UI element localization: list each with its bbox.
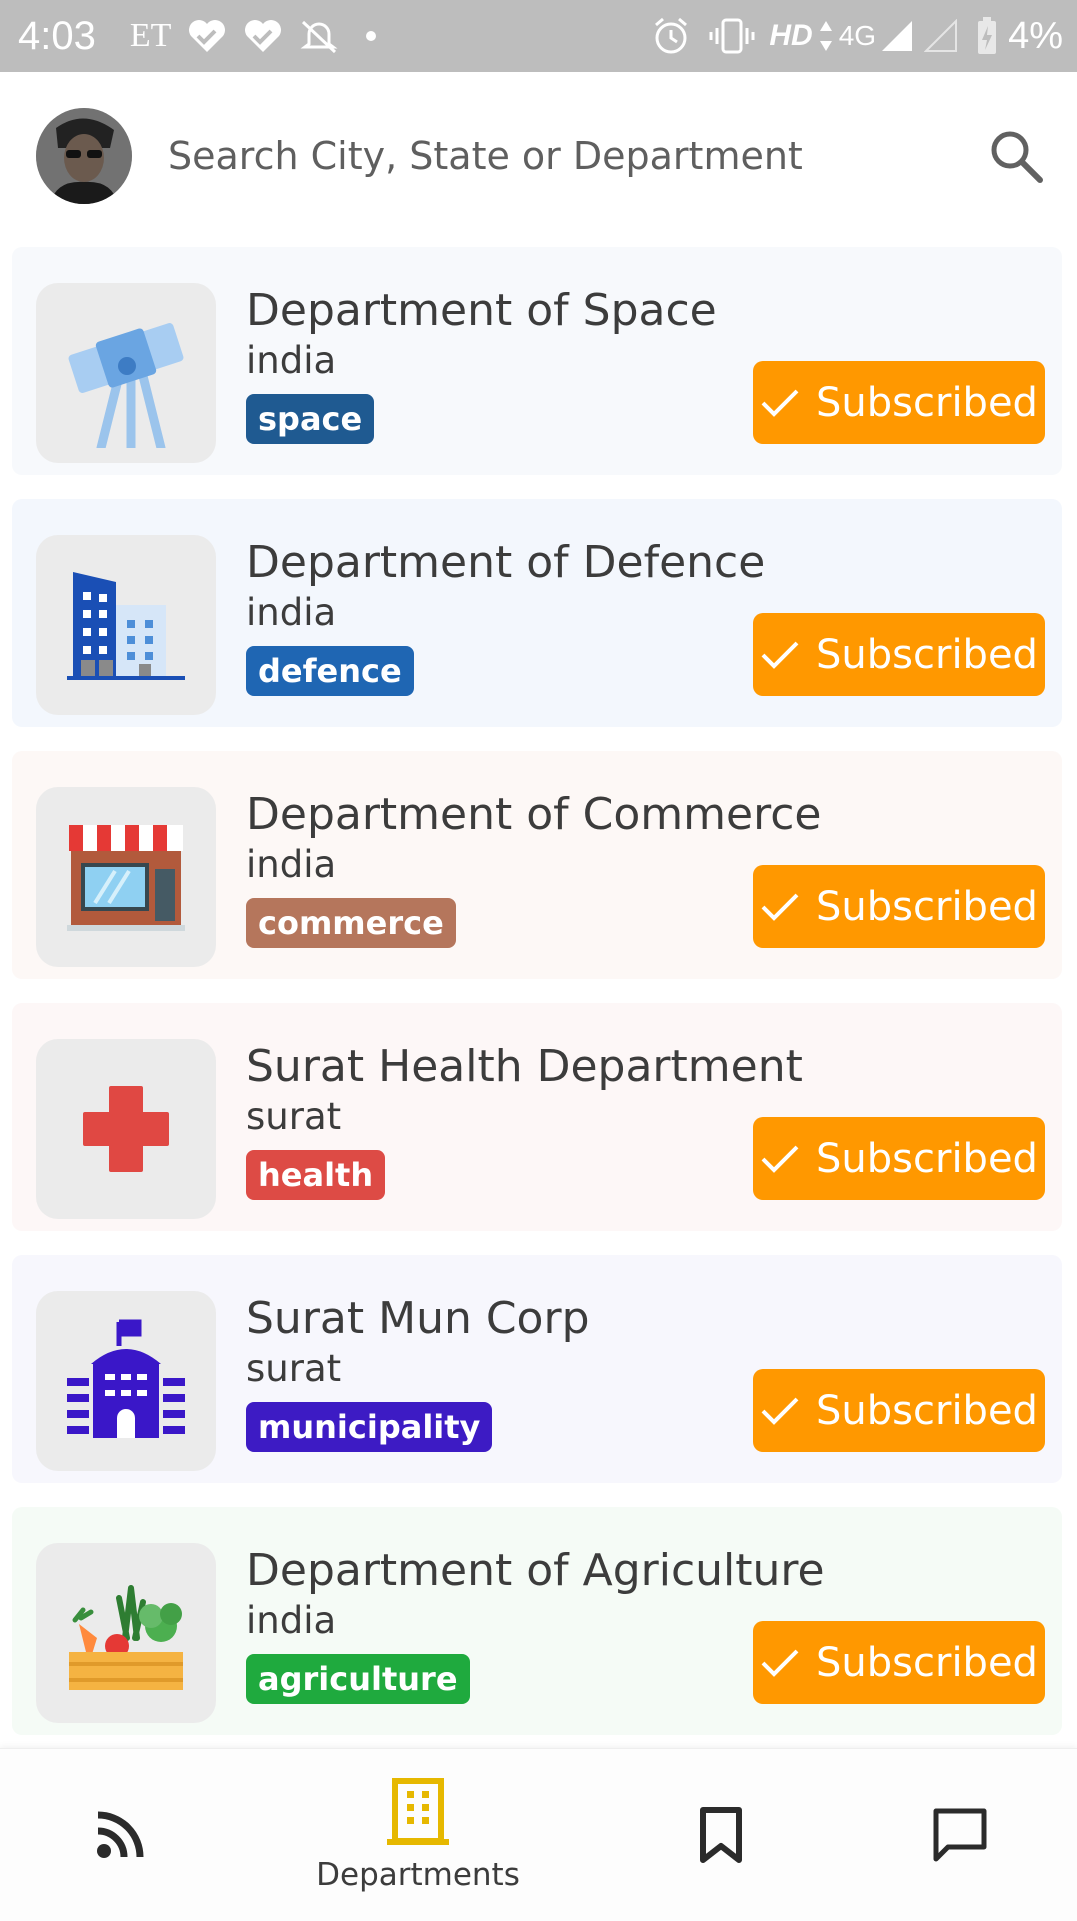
department-location: india <box>246 843 337 886</box>
subscribed-button[interactable]: Subscribed <box>753 1117 1045 1200</box>
department-location: surat <box>246 1095 342 1138</box>
department-tag: commerce <box>246 898 456 948</box>
status-time: 4:03 <box>18 13 96 58</box>
department-title: Department of Defence <box>246 537 766 588</box>
department-card[interactable]: Surat Health Department surat health Sub… <box>12 1003 1062 1231</box>
heart-check-icon <box>243 18 283 54</box>
network-hd: HD <box>769 19 813 52</box>
department-title: Surat Health Department <box>246 1041 803 1092</box>
department-tag: health <box>246 1150 386 1200</box>
department-tag: defence <box>246 646 414 696</box>
nav-bookmarks[interactable] <box>690 1749 752 1921</box>
vegetables-crate-icon <box>36 1543 216 1723</box>
signal-empty-icon <box>924 19 960 53</box>
department-card[interactable]: Department of Commerce india commerce Su… <box>12 751 1062 979</box>
check-icon <box>761 389 799 417</box>
heart-check-icon <box>187 18 227 54</box>
check-icon <box>761 1649 799 1677</box>
subscribed-label: Subscribed <box>816 1135 1038 1182</box>
subscribed-button[interactable]: Subscribed <box>753 1369 1045 1452</box>
avatar[interactable] <box>36 108 132 204</box>
search-header <box>0 72 1077 239</box>
vibrate-icon <box>707 16 757 56</box>
subscribed-button[interactable]: Subscribed <box>753 865 1045 948</box>
nav-feed[interactable] <box>78 1749 162 1921</box>
subscribed-button[interactable]: Subscribed <box>753 1621 1045 1704</box>
check-icon <box>761 1145 799 1173</box>
status-bar: 4:03 ET HD 4G 4% <box>0 0 1077 72</box>
notifications-off-icon <box>299 16 339 56</box>
department-title: Department of Space <box>246 285 717 336</box>
department-title: Department of Agriculture <box>246 1545 825 1596</box>
department-location: india <box>246 1599 337 1642</box>
department-card[interactable]: Surat Mun Corp surat municipality Subscr… <box>12 1255 1062 1483</box>
department-tag: agriculture <box>246 1654 470 1704</box>
alarm-icon <box>651 16 691 56</box>
battery-charging-icon <box>976 16 998 56</box>
subscribed-label: Subscribed <box>816 1639 1038 1686</box>
chat-icon <box>933 1808 987 1862</box>
search-input[interactable] <box>168 124 948 188</box>
subscribed-button[interactable]: Subscribed <box>753 613 1045 696</box>
office-building-icon <box>36 535 216 715</box>
check-icon <box>761 893 799 921</box>
subscribed-label: Subscribed <box>816 379 1038 426</box>
check-icon <box>761 1397 799 1425</box>
subscribed-label: Subscribed <box>816 883 1038 930</box>
department-location: india <box>246 591 337 634</box>
subscribed-label: Subscribed <box>816 1387 1038 1434</box>
nav-departments[interactable]: Departments <box>298 1749 538 1921</box>
department-location: surat <box>246 1347 342 1390</box>
nav-departments-label: Departments <box>316 1857 520 1893</box>
subscribed-button[interactable]: Subscribed <box>753 361 1045 444</box>
data-arrows-icon <box>819 19 833 53</box>
department-location: india <box>246 339 337 382</box>
department-title: Department of Commerce <box>246 789 822 840</box>
department-tag: space <box>246 394 375 444</box>
department-tag: municipality <box>246 1402 493 1452</box>
medical-cross-icon <box>36 1039 216 1219</box>
search-icon[interactable] <box>984 124 1048 188</box>
shop-icon <box>36 787 216 967</box>
department-card[interactable]: Department of Space india space Subscrib… <box>12 247 1062 475</box>
nav-messages[interactable] <box>928 1749 992 1921</box>
rss-feed-icon <box>97 1811 144 1858</box>
bottom-nav: Departments <box>0 1748 1077 1921</box>
department-card[interactable]: Department of Defence india defence Subs… <box>12 499 1062 727</box>
municipal-building-icon <box>36 1291 216 1471</box>
building-icon <box>387 1778 449 1845</box>
network-type: 4G <box>838 20 877 51</box>
check-icon <box>761 641 799 669</box>
signal-icon <box>880 19 916 53</box>
department-title: Surat Mun Corp <box>246 1293 590 1344</box>
subscribed-label: Subscribed <box>816 631 1038 678</box>
dot-icon <box>365 30 377 42</box>
department-card[interactable]: Department of Agriculture india agricult… <box>12 1507 1062 1735</box>
status-carrier: ET <box>129 17 172 54</box>
bookmark-icon <box>700 1807 742 1863</box>
telescope-icon <box>36 283 216 463</box>
battery-percent: 4% <box>1008 14 1063 57</box>
